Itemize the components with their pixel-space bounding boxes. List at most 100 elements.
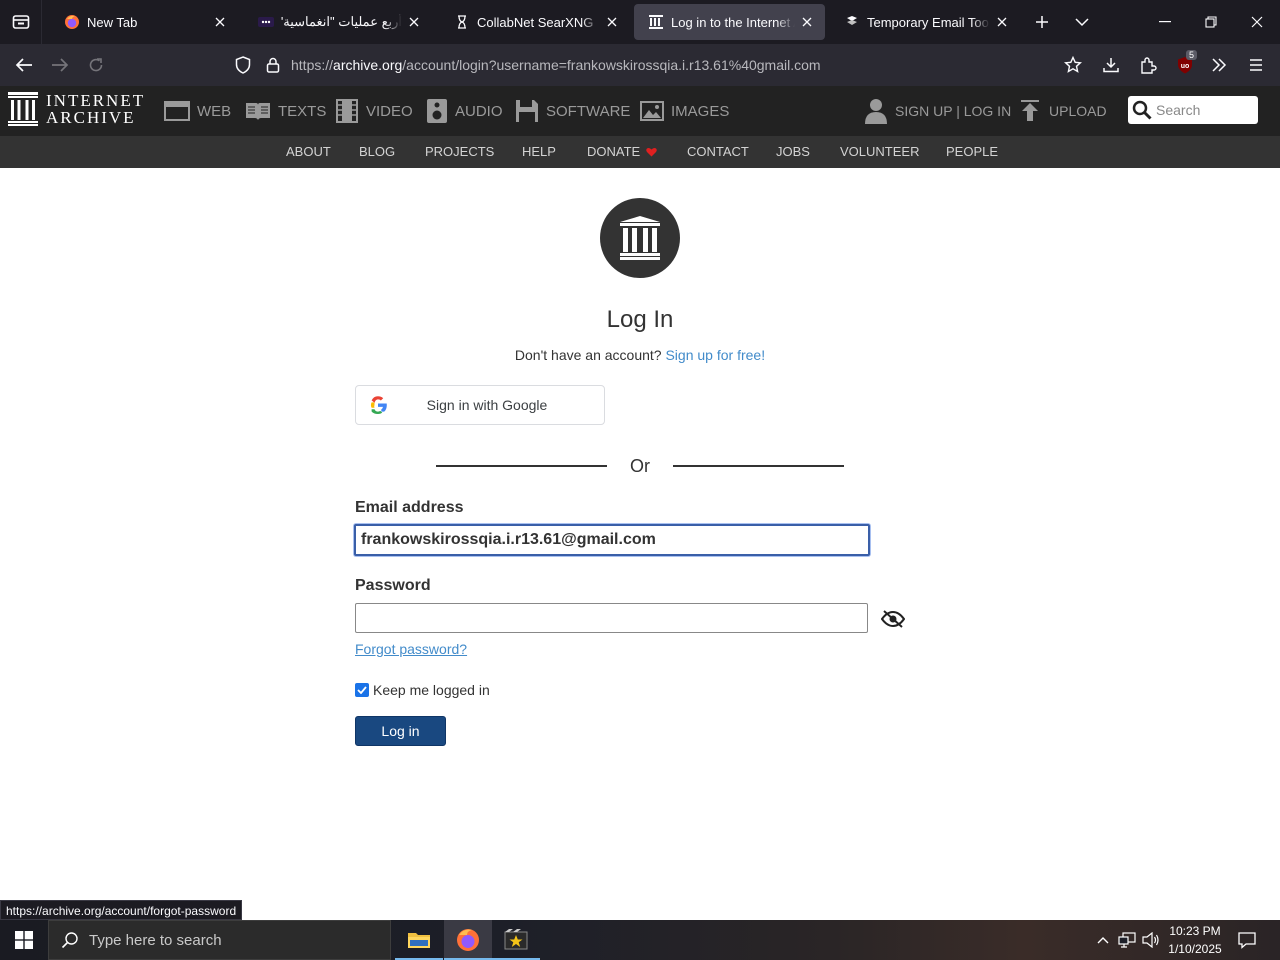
logo-wordmark: INTERNET ARCHIVE (46, 92, 145, 126)
ia-search-box[interactable] (1128, 96, 1258, 124)
log-in-button[interactable]: Log in (355, 716, 446, 746)
minimize-icon (1159, 21, 1171, 23)
taskbar-search-box[interactable]: Type here to search (48, 920, 391, 960)
subnav-about[interactable]: ABOUT (286, 144, 331, 159)
tab-new-tab[interactable]: New Tab (50, 4, 238, 40)
close-icon (1251, 16, 1263, 28)
forgot-password-link[interactable]: Forgot password? (355, 641, 467, 657)
tab-title: Log in to the Internet Archive (671, 14, 795, 30)
network-icon (1118, 932, 1136, 948)
taskbar-clock[interactable]: 10:23 PM 1/10/2025 (1162, 922, 1228, 958)
minimize-window-button[interactable] (1144, 0, 1186, 44)
nav-texts[interactable]: TEXTS (245, 96, 326, 126)
tracking-protection-icon[interactable] (228, 49, 258, 81)
chevron-up-icon (1097, 937, 1109, 944)
nav-web[interactable]: WEB (164, 96, 231, 126)
notifications-button[interactable] (1232, 920, 1262, 960)
star-icon (1064, 56, 1082, 73)
subnav-jobs[interactable]: JOBS (776, 144, 810, 159)
clock-time: 10:23 PM (1169, 924, 1221, 938)
subnav-volunteer[interactable]: VOLUNTEER (840, 144, 919, 159)
start-button[interactable] (0, 920, 48, 960)
temp-mail-icon (844, 14, 860, 30)
forward-button[interactable] (43, 48, 77, 82)
password-field[interactable] (355, 603, 868, 633)
subnav-donate[interactable]: DONATE (587, 144, 657, 159)
new-tab-button[interactable] (1022, 0, 1062, 44)
tab-internet-archive-login[interactable]: Log in to the Internet Archive (634, 4, 825, 40)
show-hidden-icons-button[interactable] (1092, 920, 1114, 960)
volume-button[interactable] (1140, 920, 1162, 960)
taskbar-media-app[interactable] (492, 920, 540, 960)
more-tools-button[interactable] (1202, 48, 1236, 82)
firefox-view-button[interactable] (0, 0, 42, 44)
internet-archive-logo[interactable]: INTERNET ARCHIVE (8, 92, 145, 126)
web-icon (164, 101, 190, 121)
checkbox-checked-icon[interactable] (355, 683, 369, 697)
browser-nav-bar: https://archive.org/account/login?userna… (0, 44, 1280, 86)
nav-software-label: SOFTWARE (546, 102, 631, 120)
upload-icon (1021, 100, 1039, 121)
back-button[interactable] (7, 48, 41, 82)
password-label: Password (355, 577, 431, 594)
subnav-people[interactable]: PEOPLE (946, 144, 998, 159)
software-icon (516, 100, 538, 122)
nav-software[interactable]: SOFTWARE (515, 96, 630, 126)
restore-window-button[interactable] (1190, 0, 1232, 44)
upload-link[interactable]: UPLOAD (1020, 96, 1107, 126)
subnav-projects[interactable]: PROJECTS (425, 144, 494, 159)
taskbar-file-explorer[interactable] (395, 920, 443, 960)
nav-web-label: WEB (197, 102, 232, 120)
tab-temporary-email[interactable]: Temporary Email Tools - Te (830, 4, 1020, 40)
taskbar-firefox[interactable] (444, 920, 492, 960)
notification-icon (1238, 932, 1256, 949)
close-window-button[interactable] (1236, 0, 1278, 44)
ublock-origin-button[interactable]: uo 5 (1168, 48, 1202, 82)
windows-taskbar: Type here to search 10:23 PM 1/10/2025 (0, 920, 1280, 960)
downloads-button[interactable] (1094, 48, 1128, 82)
subnav-blog[interactable]: BLOG (359, 144, 395, 159)
ia-top-nav: INTERNET ARCHIVE WEB TEXTS VIDEO AUDIO S… (0, 86, 1280, 136)
tab-arabic-news[interactable]: أربع عمليات "انغماسية" لهـ (244, 4, 432, 40)
firefox-icon (64, 14, 80, 30)
nav-audio[interactable]: AUDIO (426, 96, 503, 126)
close-tab-icon[interactable] (994, 14, 1010, 30)
ia-search-input[interactable] (1156, 102, 1252, 118)
audio-icon (427, 99, 447, 123)
list-all-tabs-button[interactable] (1062, 0, 1102, 44)
nav-images[interactable]: IMAGES (640, 96, 729, 126)
toggle-password-visibility-button[interactable] (880, 608, 906, 630)
address-bar[interactable]: https://archive.org/account/login?userna… (228, 49, 1098, 81)
subnav-help[interactable]: HELP (522, 144, 556, 159)
chevron-down-icon (1075, 18, 1089, 27)
google-sign-in-button[interactable]: Sign in with Google (355, 385, 605, 425)
upload-label: UPLOAD (1049, 103, 1107, 119)
download-icon (1103, 58, 1119, 73)
texts-icon (246, 103, 270, 120)
logo-line-2: ARCHIVE (46, 108, 136, 127)
close-tab-icon[interactable] (799, 14, 815, 30)
app-menu-button[interactable] (1239, 48, 1273, 82)
firefox-icon (457, 929, 479, 951)
nav-video[interactable]: VIDEO (335, 96, 413, 126)
video-icon (336, 99, 358, 123)
images-icon (640, 101, 664, 121)
keep-logged-in-checkbox[interactable]: Keep me logged in (355, 682, 490, 698)
puzzle-icon (1141, 57, 1157, 74)
tab-searxng[interactable]: CollabNet SearXNG (440, 4, 630, 40)
sign-up-label: SIGN UP | LOG IN (895, 103, 1012, 119)
sign-up-log-in-link[interactable]: SIGN UP | LOG IN (864, 96, 1011, 126)
email-field[interactable] (354, 524, 870, 556)
close-tab-icon[interactable] (604, 14, 620, 30)
browser-tab-strip: New Tab أربع عمليات "انغماسية" لهـ Colla… (0, 0, 1280, 44)
bookmark-star-button[interactable] (1056, 48, 1090, 82)
subnav-contact[interactable]: CONTACT (687, 144, 749, 159)
restore-icon (1205, 16, 1217, 28)
reload-button[interactable] (79, 48, 113, 82)
extensions-button[interactable] (1131, 48, 1165, 82)
close-tab-icon[interactable] (406, 14, 422, 30)
close-tab-icon[interactable] (212, 14, 228, 30)
lock-icon[interactable] (258, 49, 288, 81)
signup-link[interactable]: Sign up for free! (665, 347, 765, 363)
network-status-button[interactable] (1116, 920, 1138, 960)
